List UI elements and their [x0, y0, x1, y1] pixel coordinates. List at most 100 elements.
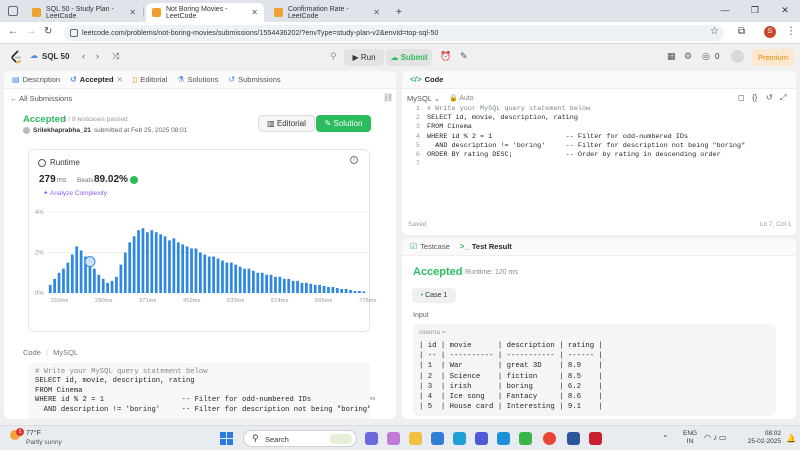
runtime-bar[interactable] — [154, 232, 158, 293]
runtime-bar[interactable] — [269, 274, 273, 293]
prev-problem-icon[interactable]: ‹ — [82, 51, 85, 61]
runtime-bar[interactable] — [216, 258, 220, 293]
browser-tab-not-boring-movies[interactable]: Not Boring Movies - LeetCode ✕ — [146, 3, 264, 22]
runtime-bar[interactable] — [221, 260, 224, 293]
runtime-bar[interactable] — [128, 242, 132, 293]
settings-gear-icon[interactable]: ⚙ — [684, 51, 692, 62]
tab-search-icon[interactable] — [8, 6, 18, 16]
tab-test-result[interactable]: >_ Test Result — [460, 242, 512, 251]
runtime-bar[interactable] — [176, 242, 180, 293]
runtime-bar[interactable] — [168, 240, 171, 293]
runtime-bar[interactable] — [123, 252, 127, 294]
network-volume-battery-icons[interactable]: ◠♪▭ — [704, 433, 729, 442]
close-tab-icon[interactable]: ✕ — [129, 8, 136, 17]
reload-icon[interactable]: ↻ — [44, 26, 52, 37]
runtime-bar[interactable] — [278, 276, 282, 293]
taskview-icon[interactable] — [365, 432, 378, 445]
site-info-icon[interactable] — [70, 29, 78, 37]
runtime-bar[interactable] — [291, 280, 295, 293]
runtime-bar[interactable] — [88, 264, 92, 293]
runtime-bar[interactable] — [194, 248, 198, 293]
runtime-bar[interactable] — [181, 244, 185, 293]
back-icon[interactable]: ← — [8, 26, 18, 37]
close-tab-icon[interactable]: ✕ — [251, 8, 258, 17]
runtime-bar[interactable] — [79, 250, 83, 293]
minimize-icon[interactable]: — — [710, 0, 740, 22]
submit-button[interactable]: ☁ Submit — [386, 49, 432, 66]
runtime-bar[interactable] — [172, 238, 176, 293]
runtime-bar[interactable] — [358, 290, 361, 293]
runtime-bar[interactable] — [331, 286, 335, 293]
close-tab-icon[interactable]: ✕ — [373, 8, 380, 17]
runtime-bar[interactable] — [57, 272, 61, 293]
runtime-bar[interactable] — [362, 291, 366, 293]
runtime-bar[interactable] — [48, 284, 52, 293]
runtime-bar[interactable] — [141, 228, 145, 293]
bookmark-star-icon[interactable]: ☆ — [710, 26, 719, 37]
runtime-bar[interactable] — [115, 276, 118, 293]
runtime-bar[interactable] — [163, 236, 167, 293]
store-icon[interactable] — [475, 432, 488, 445]
runtime-bar[interactable] — [349, 289, 352, 293]
reset-icon[interactable]: ↺ — [766, 93, 773, 102]
runtime-bar[interactable] — [190, 248, 193, 293]
fullscreen-icon[interactable]: ⤢ — [780, 93, 786, 103]
code-editor[interactable]: 1 # Write your MySQL query statement belo… — [402, 103, 796, 213]
next-problem-icon[interactable]: › — [96, 51, 99, 61]
runtime-bar[interactable] — [353, 290, 357, 293]
your-submission-marker[interactable] — [84, 256, 96, 268]
case-1-tab[interactable]: • Case 1 — [412, 288, 456, 303]
maximize-icon[interactable]: ❐ — [740, 0, 770, 22]
close-window-icon[interactable]: ✕ — [770, 0, 800, 22]
runtime-bar[interactable] — [256, 272, 260, 293]
layout-icon[interactable]: ▦ — [667, 51, 676, 62]
runtime-bar[interactable] — [305, 282, 308, 293]
runtime-bar[interactable] — [207, 256, 211, 293]
runtime-bar[interactable] — [132, 236, 136, 293]
forward-icon[interactable]: → — [26, 26, 36, 37]
shuffle-icon[interactable]: ⤨ — [112, 51, 119, 62]
user-avatar[interactable] — [731, 50, 744, 63]
edge-icon[interactable] — [453, 432, 466, 445]
notification-bell-icon[interactable]: 🔔 — [786, 434, 796, 443]
tab-code[interactable]: </> Code — [410, 75, 443, 84]
file-explorer-icon[interactable] — [409, 432, 422, 445]
runtime-bar[interactable] — [327, 286, 330, 293]
notes-icon[interactable]: ✎ — [460, 51, 468, 62]
runtime-bar[interactable] — [93, 268, 96, 293]
format-icon[interactable]: {} — [752, 93, 757, 102]
runtime-bar[interactable] — [322, 285, 326, 293]
runtime-bar[interactable] — [238, 266, 242, 293]
browser-menu-icon[interactable]: ⋮ — [786, 26, 796, 37]
runtime-bar[interactable] — [318, 284, 321, 293]
runtime-bar[interactable] — [300, 282, 304, 293]
runtime-bar[interactable] — [159, 234, 162, 293]
runtime-bar[interactable] — [252, 270, 255, 293]
extensions-icon[interactable]: ⧉ — [738, 26, 745, 37]
chrome-icon[interactable] — [543, 432, 556, 445]
copilot-icon[interactable] — [387, 432, 400, 445]
leetcode-logo-icon[interactable] — [10, 50, 23, 64]
taskbar-clock[interactable]: 08:02 25-02-2025 — [745, 430, 781, 446]
runtime-bar[interactable] — [62, 268, 65, 293]
runtime-bar[interactable] — [309, 283, 313, 293]
runtime-bar[interactable] — [243, 268, 246, 293]
runtime-bar[interactable] — [106, 282, 109, 293]
windows-start-icon[interactable] — [220, 432, 233, 445]
runtime-bar[interactable] — [229, 262, 233, 293]
runtime-bar[interactable] — [203, 254, 207, 293]
outlook-icon[interactable] — [431, 432, 444, 445]
timer-icon[interactable]: ⏰ — [440, 51, 451, 62]
runtime-bar[interactable] — [70, 254, 74, 293]
browser-profile-avatar[interactable]: S — [764, 26, 776, 38]
app-icon-2[interactable] — [519, 432, 532, 445]
browser-tab-confirmation-rate[interactable]: Confirmation Rate - LeetCode ✕ — [268, 3, 386, 22]
runtime-bar[interactable] — [340, 288, 344, 293]
new-tab-button[interactable]: + — [390, 3, 408, 22]
runtime-bar[interactable] — [247, 268, 251, 293]
runtime-bar[interactable] — [296, 280, 299, 293]
fire-icon[interactable]: ◎ — [702, 51, 710, 62]
runtime-bar[interactable] — [212, 256, 215, 293]
word-icon[interactable] — [567, 432, 580, 445]
runtime-bar[interactable] — [265, 274, 268, 293]
